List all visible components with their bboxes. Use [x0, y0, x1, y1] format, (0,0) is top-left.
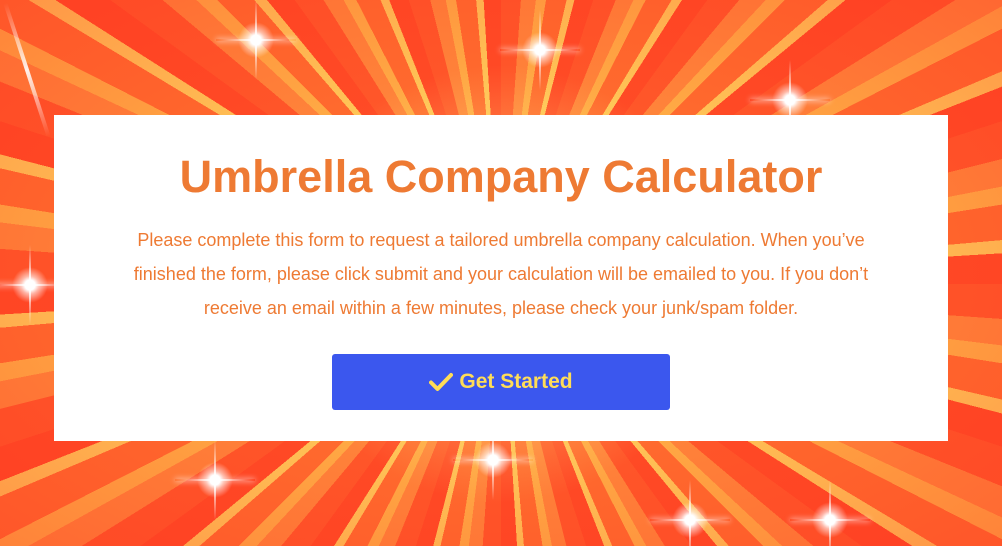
- sparkle-decoration: [790, 480, 870, 546]
- sparkle-decoration: [175, 440, 255, 520]
- intro-description: Please complete this form to request a t…: [133, 230, 869, 318]
- calculator-card: Umbrella Company Calculator Please compl…: [54, 115, 948, 441]
- get-started-label: Get Started: [459, 370, 573, 393]
- sparkle-decoration: [216, 0, 296, 80]
- sparkle-decoration: [750, 60, 830, 140]
- get-started-button[interactable]: Get Started: [332, 354, 670, 410]
- sparkle-decoration: [650, 480, 730, 546]
- sparkle-decoration: [453, 420, 533, 500]
- sparkle-decoration: [0, 245, 70, 325]
- sparkle-decoration: [500, 10, 580, 90]
- check-icon: [429, 373, 454, 391]
- page-title: Umbrella Company Calculator: [179, 151, 823, 202]
